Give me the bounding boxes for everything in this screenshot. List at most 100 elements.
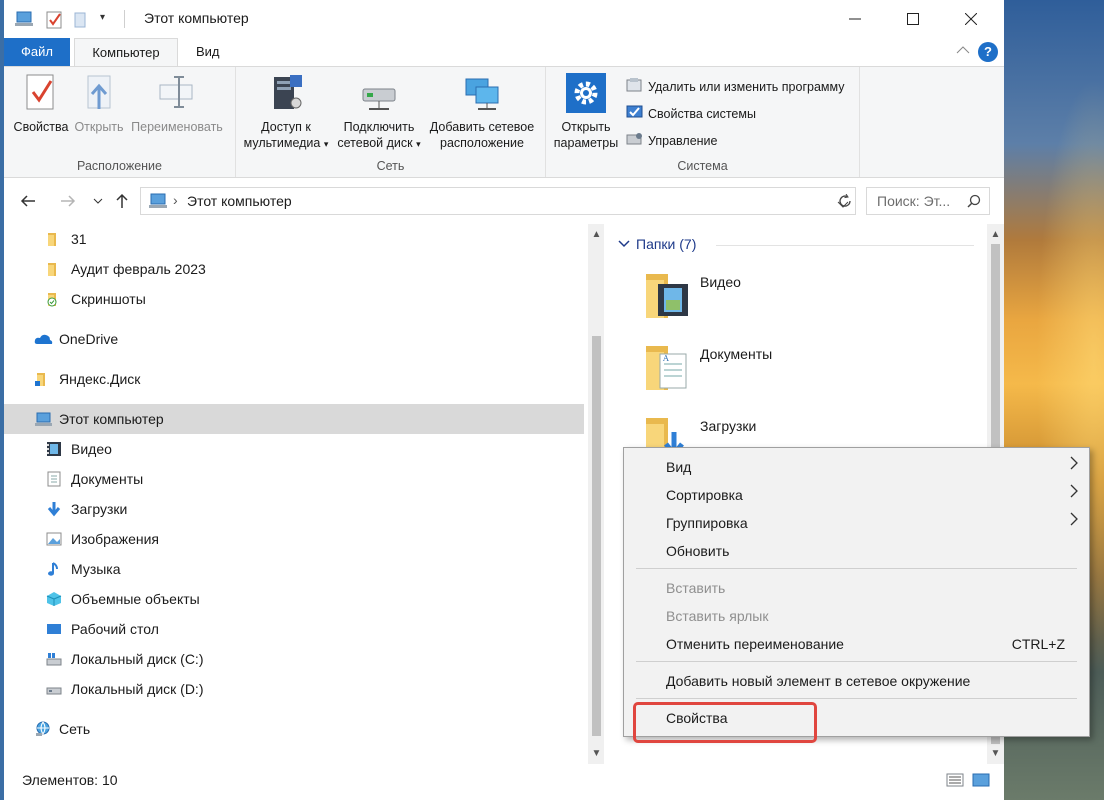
uninstall-program-button[interactable]: Удалить или изменить программу <box>626 77 845 96</box>
context-menu: Вид Сортировка Группировка Обновить Вста… <box>623 447 1090 737</box>
content-scroll-down-icon[interactable]: ▼ <box>987 745 1004 762</box>
nav-item-31[interactable]: 31 <box>4 224 584 254</box>
large-icons-view-icon[interactable] <box>972 772 990 791</box>
nav-item-drive-c[interactable]: Локальный диск (C:) <box>4 644 584 674</box>
menu-item-refresh[interactable]: Обновить <box>624 537 1089 565</box>
search-icon <box>967 194 981 211</box>
computer-icon <box>34 411 52 427</box>
scroll-down-icon[interactable]: ▼ <box>588 745 605 762</box>
refresh-icon[interactable] <box>834 187 856 215</box>
ribbon-tabs: Файл Компьютер Вид ? <box>4 38 1004 67</box>
search-input[interactable]: Поиск: Эт... <box>866 187 990 215</box>
documents-icon <box>46 471 64 487</box>
nav-item-onedrive[interactable]: OneDrive <box>4 324 584 354</box>
menu-item-undo-rename[interactable]: Отменить переименование CTRL+Z <box>624 630 1089 658</box>
rename-button[interactable]: Переименовать <box>126 73 228 135</box>
menu-separator <box>636 568 1077 569</box>
network-icon <box>34 721 52 737</box>
open-button[interactable]: Открыть <box>70 73 128 135</box>
group-label-network: Сеть <box>376 159 405 173</box>
folder-icon <box>46 261 64 277</box>
nav-item-drive-d[interactable]: Локальный диск (D:) <box>4 674 584 704</box>
ribbon-group-system: Открыть параметры Удалить или изменить п… <box>546 67 860 177</box>
tab-computer[interactable]: Компьютер <box>74 38 178 67</box>
nav-item-downloads[interactable]: Загрузки <box>4 494 584 524</box>
checkmark-properties-icon[interactable] <box>44 10 66 30</box>
desktop-icon <box>46 621 64 637</box>
system-properties-icon <box>626 104 644 123</box>
customize-toolbar-icon[interactable]: ▾ <box>100 12 105 32</box>
nav-item-documents[interactable]: Документы <box>4 464 584 494</box>
nav-item-video[interactable]: Видео <box>4 434 584 464</box>
manage-button[interactable]: Управление <box>626 131 718 150</box>
maximize-button[interactable] <box>890 0 936 38</box>
open-settings-button[interactable]: Открыть параметры <box>550 73 622 151</box>
properties-button[interactable]: Свойства <box>10 73 72 135</box>
menu-item-sort[interactable]: Сортировка <box>624 481 1089 509</box>
forward-button[interactable] <box>56 190 80 212</box>
music-icon <box>46 561 64 577</box>
menu-item-group[interactable]: Группировка <box>624 509 1089 537</box>
nav-scroll-thumb[interactable] <box>592 336 601 736</box>
drive-c-icon <box>46 651 64 667</box>
nav-item-screenshots[interactable]: Скриншоты <box>4 284 584 314</box>
address-row: › Этот компьютер Поиск: Эт... <box>4 178 1004 224</box>
breadcrumb-chevron-icon: › <box>173 192 178 208</box>
group-collapse-icon <box>618 240 630 248</box>
tab-file[interactable]: Файл <box>4 38 70 66</box>
video-icon <box>46 441 64 457</box>
address-bar[interactable]: › Этот компьютер <box>140 187 856 215</box>
menu-item-paste[interactable]: Вставить <box>624 574 1089 602</box>
status-bar: Элементов: 10 <box>4 764 1004 800</box>
nav-scrollbar[interactable]: ▲ ▼ <box>588 224 605 764</box>
scroll-up-icon[interactable]: ▲ <box>588 226 605 243</box>
collapse-ribbon-icon[interactable] <box>956 44 970 58</box>
menu-separator <box>636 698 1077 699</box>
media-access-button[interactable]: Доступ к мультимедиа ▾ <box>240 73 332 152</box>
nav-item-desktop[interactable]: Рабочий стол <box>4 614 584 644</box>
up-button[interactable] <box>110 190 134 212</box>
add-network-location-button[interactable]: Добавить сетевое расположение <box>424 73 540 151</box>
system-properties-button[interactable]: Свойства системы <box>626 104 756 123</box>
submenu-chevron-icon <box>1069 509 1079 537</box>
menu-item-add-network-location[interactable]: Добавить новый элемент в сетевое окружен… <box>624 667 1089 695</box>
folder-video[interactable]: Видео <box>644 264 944 328</box>
nav-item-pictures[interactable]: Изображения <box>4 524 584 554</box>
folder-documents[interactable]: A Документы <box>644 336 944 400</box>
details-view-icon[interactable] <box>946 772 964 791</box>
help-icon[interactable]: ? <box>978 42 998 62</box>
ribbon-group-location: Свойства Открыть Переименовать Расположе… <box>4 67 236 177</box>
nav-item-yandex-disk[interactable]: Яндекс.Диск <box>4 364 584 394</box>
recent-locations-button[interactable] <box>86 190 110 212</box>
submenu-chevron-icon <box>1069 481 1079 509</box>
rename-icon <box>157 73 197 113</box>
new-folder-icon[interactable] <box>70 10 90 30</box>
highlight-box <box>633 702 817 743</box>
nav-item-3d-objects[interactable]: Объемные объекты <box>4 584 584 614</box>
tab-view[interactable]: Вид <box>184 38 232 66</box>
undo-shortcut: CTRL+Z <box>1011 636 1065 652</box>
item-count: Элементов: 10 <box>22 772 118 788</box>
folder-icon <box>46 231 64 247</box>
nav-item-music[interactable]: Музыка <box>4 554 584 584</box>
content-scroll-up-icon[interactable]: ▲ <box>987 226 1004 243</box>
folders-group-header[interactable]: Папки (7) <box>618 236 696 252</box>
group-label-system: Система <box>677 159 728 173</box>
window-title: Этот компьютер <box>144 10 249 26</box>
back-button[interactable] <box>16 190 40 212</box>
download-icon <box>46 501 64 517</box>
open-icon <box>79 73 119 113</box>
cloud-icon <box>34 331 53 347</box>
minimize-button[interactable] <box>832 0 878 38</box>
menu-item-paste-shortcut[interactable]: Вставить ярлык <box>624 602 1089 630</box>
nav-item-audit[interactable]: Аудит февраль 2023 <box>4 254 584 284</box>
nav-item-network[interactable]: Сеть <box>4 714 584 744</box>
nav-item-this-pc[interactable]: Этот компьютер <box>4 404 584 434</box>
media-server-icon <box>266 73 306 113</box>
menu-separator <box>636 661 1077 662</box>
uninstall-icon <box>626 77 644 96</box>
menu-item-view[interactable]: Вид <box>624 453 1089 481</box>
map-network-drive-button[interactable]: Подключить сетевой диск ▾ <box>334 73 424 152</box>
close-button[interactable] <box>948 0 994 38</box>
documents-folder-icon: A <box>644 342 692 397</box>
